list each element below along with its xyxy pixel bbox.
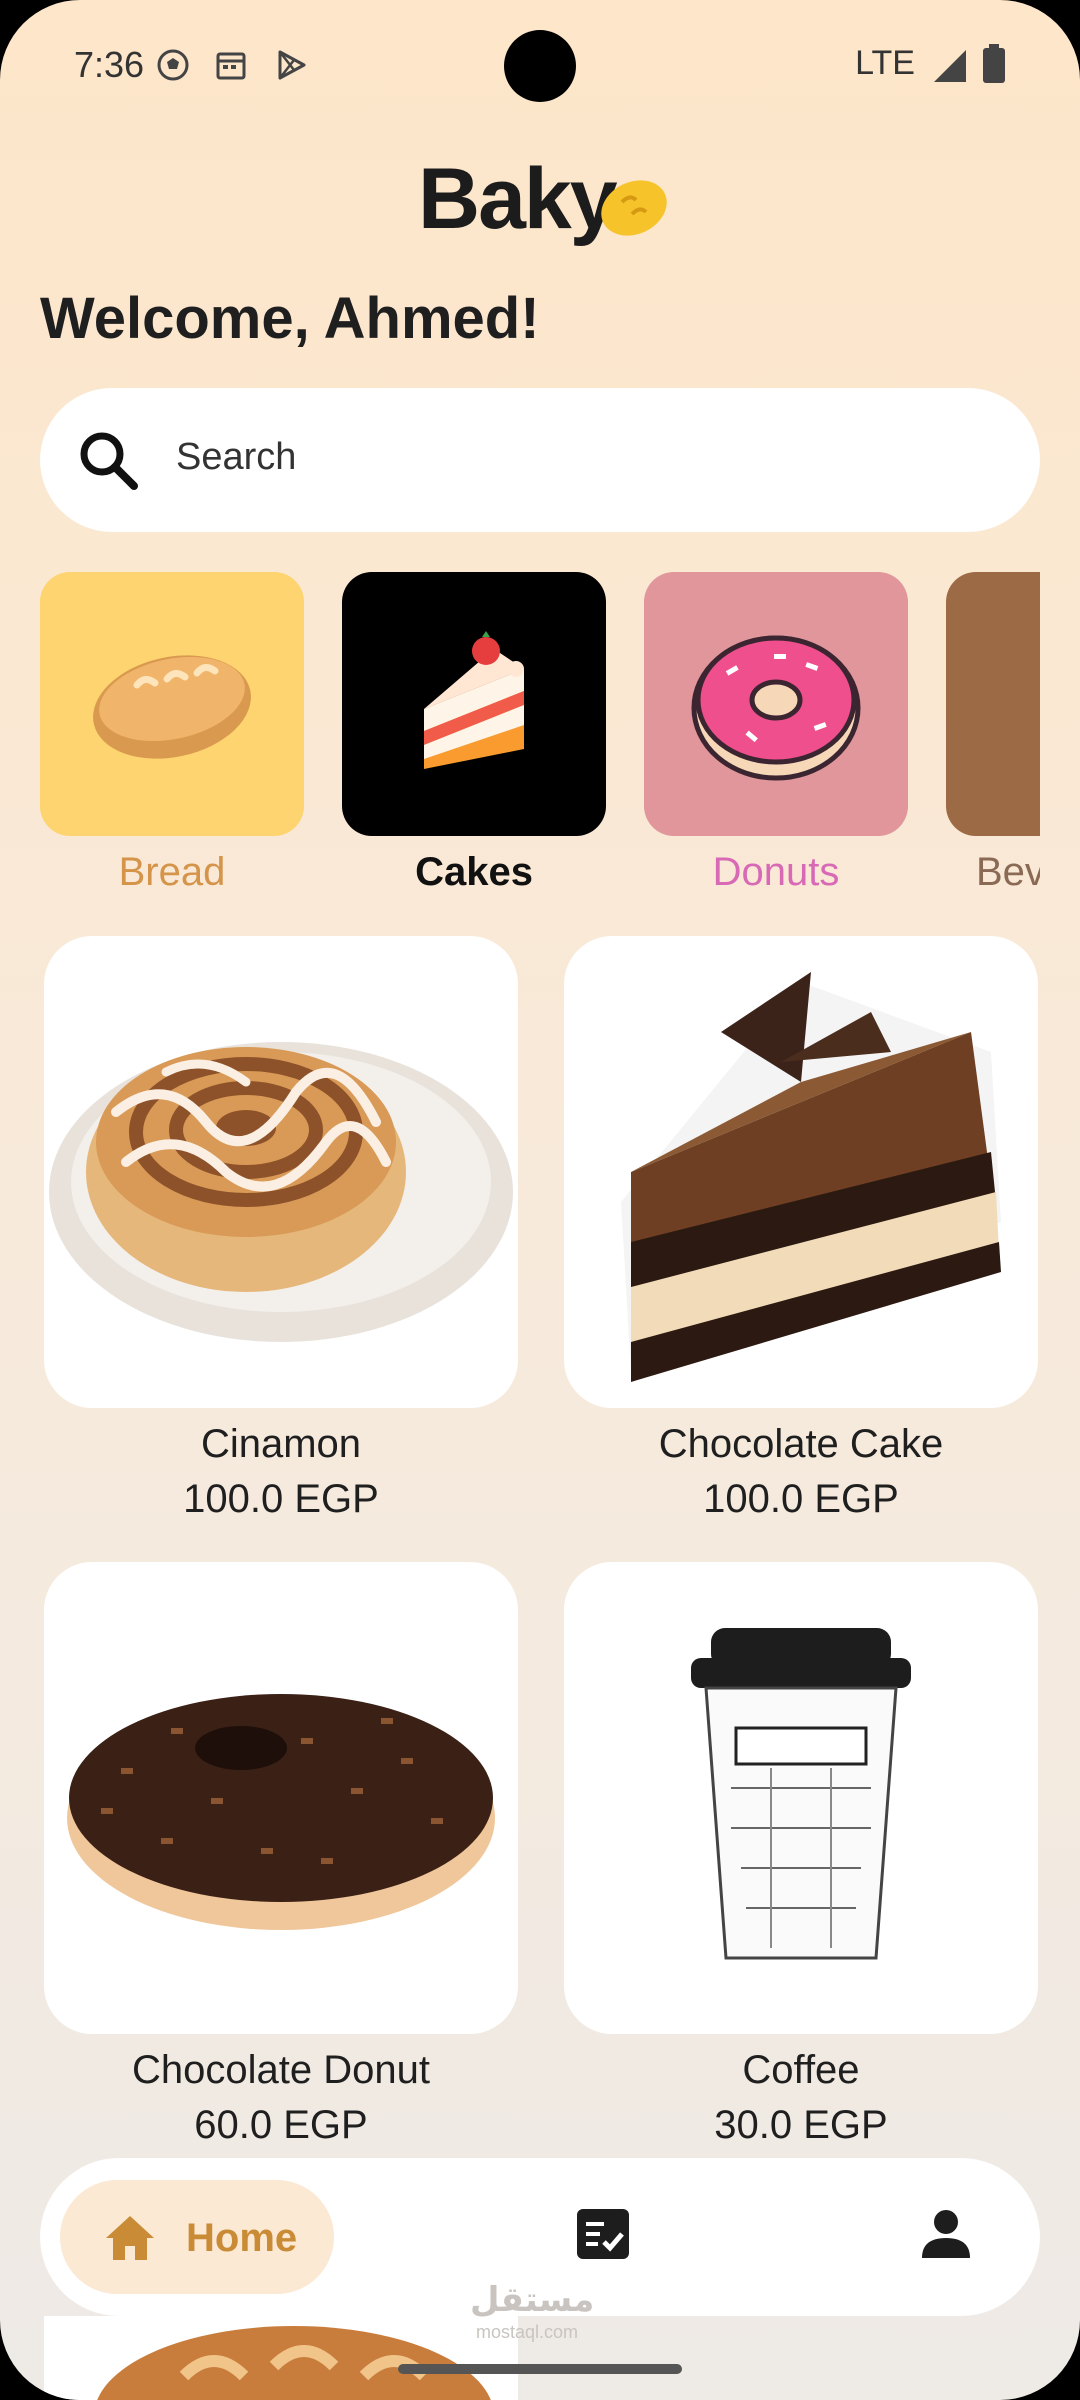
welcome-heading: Welcome, Ahmed! <box>40 286 540 351</box>
network-type: LTE <box>855 44 915 82</box>
cakes-category-tile[interactable] <box>342 572 606 836</box>
product-name: Chocolate Donut <box>132 2048 430 2092</box>
category-label-beverages: Bev <box>976 850 1040 894</box>
cinnamon-roll-icon <box>49 1042 513 1342</box>
app-screen: 7:36 LTE Baky Welcome, Ahmed! Search Bre… <box>0 0 1080 2400</box>
category-beverages[interactable]: Bev <box>946 572 1040 895</box>
watermark-url: mostaql.com <box>476 2322 579 2342</box>
product-price: 100.0 EGP <box>183 1477 379 1521</box>
search-input[interactable]: Search <box>176 436 296 479</box>
bread-icon <box>93 655 251 759</box>
product-price: 60.0 EGP <box>194 2103 368 2147</box>
status-time: 7:36 <box>74 44 145 85</box>
category-label-bread: Bread <box>118 850 226 894</box>
chocolate-cake-icon <box>621 972 1001 1382</box>
bread-loaf-icon <box>97 2326 491 2400</box>
product-card-partial[interactable] <box>44 2316 518 2400</box>
cake-slice-icon <box>424 631 524 769</box>
product-price: 100.0 EGP <box>703 1477 899 1521</box>
play-store-icon <box>278 50 306 80</box>
product-card[interactable]: Coffee 30.0 EGP <box>564 1562 1038 2148</box>
product-image[interactable] <box>564 1562 1038 2034</box>
camera-cutout <box>504 30 576 102</box>
bread-logo-icon <box>601 180 667 236</box>
orders-checklist-icon[interactable] <box>576 2208 630 2260</box>
nav-home-label: Home <box>186 2216 298 2260</box>
home-icon <box>106 2216 154 2260</box>
product-name: Chocolate Cake <box>658 1422 944 1466</box>
drink-icon <box>1018 614 1040 794</box>
category-donuts[interactable]: Donuts <box>644 572 908 895</box>
nav-home-button[interactable]: Home <box>60 2180 334 2294</box>
category-bread[interactable]: Bread <box>40 572 304 895</box>
category-label-donuts: Donuts <box>712 850 840 894</box>
search-bar[interactable]: Search <box>40 388 1040 532</box>
gesture-bar[interactable] <box>398 2364 682 2374</box>
app-logo: Baky <box>418 150 667 260</box>
category-list: Bread Cakes Donuts Bev <box>0 572 1040 902</box>
status-bar: 7:36 LTE <box>0 0 1080 130</box>
calendar-icon <box>216 52 246 80</box>
product-name: Coffee <box>742 2048 860 2092</box>
bread-category-tile[interactable] <box>40 572 304 836</box>
donuts-category-tile[interactable] <box>644 572 908 836</box>
signal-icon <box>934 50 966 82</box>
beverages-category-tile[interactable] <box>946 572 1040 836</box>
product-name: Cinamon <box>200 1422 362 1466</box>
chocolate-donut-icon <box>67 1694 495 1930</box>
product-image[interactable] <box>564 936 1038 1408</box>
battery-icon <box>983 44 1005 83</box>
category-cakes[interactable]: Cakes <box>342 572 606 895</box>
product-image[interactable] <box>44 1562 518 2034</box>
soccer-ball-icon <box>157 49 189 81</box>
product-card[interactable]: Chocolate Donut 60.0 EGP <box>44 1562 518 2148</box>
category-label-cakes: Cakes <box>415 850 533 894</box>
donut-icon <box>691 635 861 781</box>
profile-icon[interactable] <box>920 2208 972 2260</box>
product-image[interactable] <box>44 936 518 1408</box>
product-card[interactable]: Cinamon 100.0 EGP <box>44 936 518 1522</box>
product-price: 30.0 EGP <box>714 2103 888 2147</box>
product-card[interactable]: Chocolate Cake 100.0 EGP <box>564 936 1038 1522</box>
search-icon <box>80 432 138 490</box>
coffee-cup-icon <box>691 1628 911 1960</box>
watermark-logo: مستقل <box>470 2281 595 2319</box>
app-name: Baky <box>418 151 618 247</box>
